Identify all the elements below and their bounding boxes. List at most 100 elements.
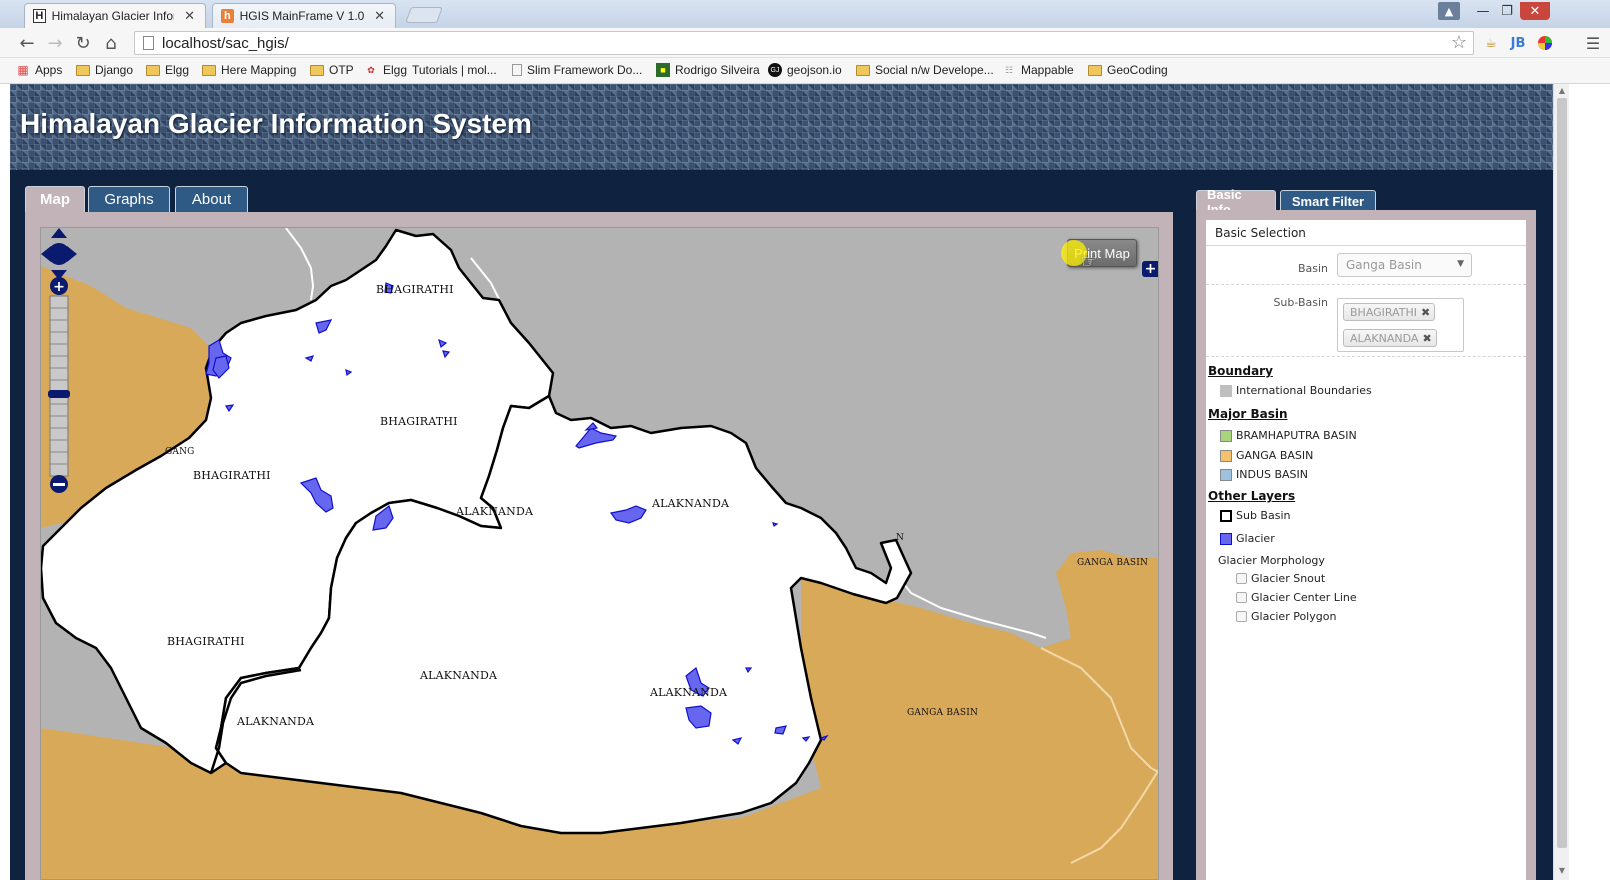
menu-icon[interactable]: ☰ bbox=[1584, 34, 1602, 53]
glacier-morphology-heading: Glacier Morphology bbox=[1218, 554, 1325, 567]
bookmark-rodrigo[interactable]: ■ Rodrigo Silveira bbox=[656, 63, 760, 77]
bookmark-label: Tutorials | mol... bbox=[412, 63, 497, 77]
bookmark-elgg[interactable]: Elgg bbox=[146, 63, 189, 77]
site-header: Himalayan Glacier Information System bbox=[10, 84, 1553, 170]
subbasin-chip[interactable]: ALAKNANDA ✖ bbox=[1343, 329, 1437, 347]
browser-tab-title: HGIS MainFrame V 1.0 bbox=[239, 9, 365, 23]
map-label-partial: N bbox=[896, 533, 905, 543]
subbasin-label: Sub-Basin bbox=[1273, 296, 1328, 309]
subbasin-multiselect[interactable]: BHAGIRATHI ✖ ALAKNANDA ✖ bbox=[1337, 298, 1464, 352]
browser-tab-hgis[interactable]: H Himalayan Glacier Inform ✕ bbox=[24, 3, 206, 28]
basic-selection-heading: Basic Selection bbox=[1206, 220, 1526, 246]
page-icon bbox=[512, 64, 522, 76]
remove-chip-icon[interactable]: ✖ bbox=[1421, 306, 1430, 319]
page-scrollbar[interactable]: ▲ ▼ bbox=[1553, 84, 1569, 880]
legend-ganga: GANGA BASIN bbox=[1220, 449, 1313, 462]
map-label-alaknanda: ALAKNANDA bbox=[652, 497, 730, 510]
extension-jb-icon[interactable]: JB bbox=[1509, 34, 1527, 52]
browser-tab-mainframe[interactable]: h HGIS MainFrame V 1.0 ✕ bbox=[212, 3, 396, 28]
bookmark-label: Elgg bbox=[165, 63, 190, 77]
bookmark-mappable[interactable]: ☷ Mappable bbox=[1002, 63, 1074, 77]
basin-label: Basin bbox=[1297, 262, 1328, 275]
pan-up-icon bbox=[51, 228, 67, 238]
basic-info-panel: Basic Selection Basin Ganga Basin ▼ Sub-… bbox=[1206, 220, 1526, 880]
extension-colorwheel-icon[interactable] bbox=[1536, 34, 1554, 52]
legend-label: INDUS BASIN bbox=[1236, 468, 1308, 481]
scroll-thumb[interactable] bbox=[1557, 98, 1567, 848]
map-label-ganga-partial: GANG bbox=[165, 447, 195, 457]
bookmark-geojson[interactable]: GJ geojson.io bbox=[768, 63, 842, 77]
basin-select-value: Ganga Basin bbox=[1346, 258, 1422, 272]
tab-smart-filter[interactable]: Smart Filter bbox=[1280, 190, 1376, 212]
bookmark-star-icon[interactable]: ☆ bbox=[1451, 32, 1467, 53]
legend-label: International Boundaries bbox=[1236, 384, 1372, 397]
boundary-heading: Boundary bbox=[1208, 364, 1273, 378]
bookmark-here-mapping[interactable]: Here Mapping bbox=[202, 63, 296, 77]
close-tab-icon[interactable]: ✕ bbox=[374, 8, 385, 24]
tab-graphs[interactable]: Graphs bbox=[88, 186, 170, 212]
minimize-icon[interactable]: — bbox=[1472, 2, 1494, 20]
green-swatch-icon bbox=[1220, 429, 1232, 442]
remove-chip-icon[interactable]: ✖ bbox=[1422, 332, 1431, 345]
folder-icon bbox=[76, 64, 90, 76]
bookmark-geocoding[interactable]: GeoCoding bbox=[1088, 63, 1168, 77]
basin-select[interactable]: Ganga Basin ▼ bbox=[1337, 253, 1472, 277]
browser-toolbar: ← → ↻ ⌂ localhost/sac_hgis/ ☆ ☕ JB ☰ bbox=[0, 28, 1610, 58]
legend-glacier: Glacier bbox=[1220, 532, 1275, 545]
bookmark-elgg-2[interactable]: ✿ Elgg bbox=[364, 63, 407, 77]
page-icon bbox=[143, 36, 154, 50]
subbasin-chip[interactable]: BHAGIRATHI ✖ bbox=[1343, 303, 1436, 321]
forward-icon[interactable]: → bbox=[44, 32, 66, 54]
close-tab-icon[interactable]: ✕ bbox=[184, 8, 195, 24]
scroll-down-icon[interactable]: ▼ bbox=[1554, 864, 1570, 876]
extension-tea-icon[interactable]: ☕ bbox=[1482, 34, 1500, 52]
map-label-bhagirathi: BHAGIRATHI bbox=[193, 469, 271, 482]
bookmark-label: Slim Framework Do... bbox=[527, 63, 643, 77]
reload-icon[interactable]: ↻ bbox=[72, 32, 94, 54]
bookmark-django[interactable]: Django bbox=[76, 63, 133, 77]
mappable-icon: ☷ bbox=[1004, 64, 1014, 75]
hand-cursor-icon: ☞ bbox=[1081, 251, 1098, 272]
map-label-bhagirathi: BHAGIRATHI bbox=[380, 415, 458, 428]
user-icon[interactable]: ▲ bbox=[1438, 2, 1460, 20]
url-text: localhost/sac_hgis/ bbox=[162, 34, 289, 52]
map-label-ganga-basin: GANGA BASIN bbox=[907, 708, 979, 718]
layer-switcher-plus-icon[interactable]: + bbox=[1142, 261, 1158, 277]
folder-icon bbox=[856, 64, 870, 76]
tab-basic-info[interactable]: Basic Info bbox=[1196, 187, 1276, 217]
bookmark-label: Here Mapping bbox=[221, 63, 297, 77]
pan-zoom-control[interactable]: + bbox=[41, 228, 77, 498]
bookmark-tutorials[interactable]: Tutorials | mol... bbox=[412, 63, 497, 77]
glacier-swatch-icon bbox=[1220, 532, 1232, 545]
bookmark-apps[interactable]: ▦ Apps bbox=[16, 63, 62, 77]
geojson-icon: GJ bbox=[768, 63, 782, 77]
option-label: Glacier Snout bbox=[1251, 572, 1326, 585]
bookmark-label: geojson.io bbox=[787, 63, 842, 77]
bookmark-social[interactable]: Social n/w Develope... bbox=[856, 63, 994, 77]
game-icon: ■ bbox=[656, 63, 670, 77]
glacier-center-line-checkbox[interactable] bbox=[1236, 592, 1247, 603]
new-tab-button[interactable] bbox=[405, 7, 443, 23]
close-window-icon[interactable]: ✕ bbox=[1520, 2, 1550, 20]
glacier-snout-option[interactable]: Glacier Snout bbox=[1236, 572, 1325, 585]
glacier-polygon-checkbox[interactable] bbox=[1236, 611, 1247, 622]
blue-swatch-icon bbox=[1220, 468, 1232, 481]
tab-about[interactable]: About bbox=[175, 186, 248, 212]
folder-icon bbox=[202, 64, 216, 76]
address-bar[interactable]: localhost/sac_hgis/ ☆ bbox=[134, 31, 1474, 55]
home-icon[interactable]: ⌂ bbox=[100, 32, 122, 54]
bookmark-slim[interactable]: Slim Framework Do... bbox=[512, 63, 642, 77]
glacier-snout-checkbox[interactable] bbox=[1236, 573, 1247, 584]
glacier-center-line-option[interactable]: Glacier Center Line bbox=[1236, 591, 1357, 604]
bookmark-label: Apps bbox=[35, 63, 63, 77]
map-label-alaknanda: ALAKNANDA bbox=[650, 686, 728, 699]
glacier-polygon-option[interactable]: Glacier Polygon bbox=[1236, 610, 1336, 623]
back-icon[interactable]: ← bbox=[16, 32, 38, 54]
hgis-favicon-icon: h bbox=[221, 9, 234, 23]
restore-icon[interactable]: ❐ bbox=[1496, 2, 1518, 20]
scroll-up-icon[interactable]: ▲ bbox=[1554, 84, 1570, 96]
bookmark-otp[interactable]: OTP bbox=[310, 63, 354, 77]
map-canvas[interactable]: BHAGIRATHI BHAGIRATHI BHAGIRATHI BHAGIRA… bbox=[40, 227, 1159, 880]
tab-map[interactable]: Map bbox=[25, 186, 85, 212]
legend-indus: INDUS BASIN bbox=[1220, 468, 1308, 481]
